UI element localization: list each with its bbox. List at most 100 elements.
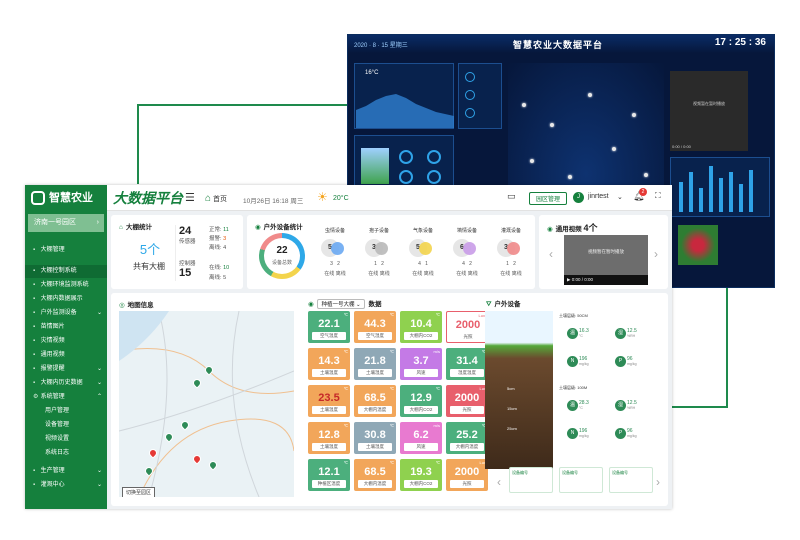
- tile-value: 22.1: [318, 318, 340, 330]
- home-link[interactable]: ⌂ 首页: [205, 193, 227, 204]
- offline-stat: 离线: 4: [209, 243, 226, 251]
- park-manage-button[interactable]: 园区管理: [529, 192, 568, 205]
- bigscreen-header: 2020 · 8 · 15 星期三 智慧农业大数据平台 17 : 25 : 36: [348, 35, 774, 53]
- sensor-value: 96: [627, 355, 633, 362]
- sidebar-item-logs[interactable]: 系统日志: [25, 447, 107, 460]
- monitor-icon[interactable]: ▭: [507, 191, 516, 202]
- device-name: 气象设备: [412, 228, 433, 234]
- outdoor-next-arrow[interactable]: ›: [656, 475, 660, 489]
- device-bubble: 5: [315, 238, 355, 258]
- sidebar-item-history[interactable]: ▪ 大棚内历史数据 ⌄: [25, 377, 107, 390]
- sidebar-item-users[interactable]: 用户管理: [25, 405, 107, 418]
- depth-label: 5cm: [507, 386, 515, 391]
- device-nums: 1 2: [491, 261, 531, 267]
- video-player[interactable]: 视频暂在暂时播放 ▶ 0:00 / 0:00: [564, 235, 648, 285]
- sidebar-item-label: 通用视频: [40, 352, 65, 358]
- main-dashboard: 智慧农业 大数据平台 ☰ ⌂ 首页 10月26日 16:18 周三 ☀ 20°C…: [25, 185, 672, 509]
- monitor-icon: ▪: [33, 282, 36, 288]
- sidebar-item-control[interactable]: ▪ 大棚控制系统: [25, 265, 107, 278]
- bigscreen-video[interactable]: 视频暂在暂时播放 0:00 / 0:00: [670, 71, 748, 151]
- sensor-unit: mg/kg: [579, 433, 589, 438]
- sidebar-item-env-monitor[interactable]: ▪ 大棚环境监测系统: [25, 279, 107, 292]
- device-nums: 3 2: [315, 261, 355, 267]
- tile-value: 2000: [454, 466, 480, 478]
- production-icon: ▪: [33, 468, 36, 474]
- sidebar-item-disaster-video[interactable]: ▪ 灾情视频: [25, 335, 107, 348]
- park-name: 济南一号园区: [34, 219, 76, 226]
- sensor-tile-alarm: ℃ 23.5 土壤温度: [308, 385, 350, 417]
- device-name: 虫情设备: [324, 228, 345, 234]
- switch-park-button[interactable]: 切换至园区: [122, 487, 156, 497]
- sensor-tile: ℃ 31.4 湿度温度: [446, 348, 488, 380]
- outdoor-prev-arrow[interactable]: ‹: [497, 475, 501, 489]
- video-next-arrow[interactable]: ›: [654, 247, 658, 261]
- map[interactable]: 切换至园区: [119, 311, 294, 497]
- tile-unit: ℃: [389, 386, 395, 391]
- sidebar-item-alarm[interactable]: ▪ 报警提醒 ⌄: [25, 363, 107, 376]
- sidebar-item-devices[interactable]: 设备管理: [25, 419, 107, 432]
- sensor-value: 16.3: [579, 327, 589, 334]
- sidebar-item-data-display[interactable]: ▪ 大棚内数据展示: [25, 293, 107, 306]
- park-selector[interactable]: 济南一号园区 ›: [28, 214, 104, 232]
- greenhouse-select[interactable]: 种植一号大棚 ⌄: [317, 299, 365, 309]
- device-bubble-accent: [419, 242, 432, 255]
- device-mini-card[interactable]: 设备编号: [609, 467, 653, 493]
- phosphorus-icon: P: [615, 428, 626, 440]
- nitrogen-icon: N: [567, 356, 578, 368]
- bigscreen-bar: [739, 184, 743, 212]
- temperature: 20°C: [333, 195, 349, 202]
- sensor-value: 12.5: [627, 327, 637, 334]
- device-total: 22: [276, 245, 288, 256]
- device-moisture: 墒情设备 6 4 2 在线 离线: [447, 227, 487, 277]
- video-controls[interactable]: ▶ 0:00 / 0:00: [564, 275, 648, 285]
- video-icon: ◉: [547, 226, 553, 233]
- control-icon: ▪: [33, 268, 36, 274]
- device-mini-card[interactable]: 设备编号: [559, 467, 603, 493]
- device-mini-card[interactable]: 设备编号: [509, 467, 553, 493]
- soil-level-label: 土壤层级: 50CM: [559, 313, 588, 318]
- video-icon: ▪: [33, 352, 36, 358]
- sidebar-item-label: 系统管理: [40, 394, 65, 400]
- video-time: 0:00 / 0:00: [571, 277, 593, 282]
- bigscreen-bar: [719, 178, 723, 212]
- sidebar-item-general-video[interactable]: ▪ 通用视频: [25, 349, 107, 362]
- alarm-icon: ▪: [33, 366, 36, 372]
- sidebar-item-system[interactable]: ⚙ 系统管理 ⌃: [25, 391, 107, 404]
- sidebar-item-production[interactable]: ▪ 生产管理 ⌄: [25, 465, 107, 478]
- tile-label: 空气温度: [312, 332, 346, 340]
- tile-label: 风速: [404, 369, 438, 377]
- alarm-stat: 报警: 3: [209, 234, 226, 242]
- sensor-tile: ℃ 14.3 土壤温度: [308, 348, 350, 380]
- sidebar-item-greenhouse[interactable]: ▪ 大棚管理: [25, 244, 107, 257]
- sidebar-item-irrigation[interactable]: ▪ 灌溉中心 ⌄: [25, 479, 107, 492]
- connector-line-top: [137, 104, 348, 184]
- alarm-value: 3: [223, 236, 227, 242]
- device-bubble: 3: [359, 238, 399, 258]
- platform-title: 大数据平台: [113, 190, 183, 206]
- tile-unit: ℃: [343, 386, 349, 391]
- avatar[interactable]: J: [573, 192, 584, 203]
- fullscreen-icon[interactable]: ⛶: [655, 191, 661, 201]
- video-prev-arrow[interactable]: ‹: [549, 247, 553, 261]
- controller-label: 控制器: [179, 261, 196, 267]
- depth-label: 15cm: [507, 406, 517, 411]
- history-icon: ▪: [33, 380, 36, 386]
- username[interactable]: jinrtest: [588, 193, 609, 200]
- tile-label: 土壤温度: [312, 443, 346, 451]
- bigscreen-ring-3: [399, 170, 413, 184]
- bigscreen-crop-photo: [678, 225, 718, 265]
- tile-unit: ℃: [343, 312, 349, 317]
- tile-value: 2000: [454, 392, 480, 404]
- device-nums-labels: 在线 离线: [447, 270, 487, 277]
- sidebar-item-outdoor[interactable]: ▪ 户外监测设备 ⌄: [25, 307, 107, 320]
- greenhouse-icon: ⌂: [119, 224, 123, 231]
- menu-toggle-icon[interactable]: ☰: [185, 191, 195, 204]
- tile-value: 19.3: [410, 466, 432, 478]
- sidebar-item-seedling[interactable]: ▪ 苗情图片: [25, 321, 107, 334]
- bigscreen-bar: [729, 172, 733, 212]
- tile-unit: m/s: [433, 349, 440, 354]
- device-nums-labels: 在线 离线: [359, 270, 399, 277]
- chevron-down-icon[interactable]: ⌄: [617, 193, 623, 201]
- sidebar-item-video-settings[interactable]: 视频设置: [25, 433, 107, 446]
- device-total-ring: [259, 233, 305, 279]
